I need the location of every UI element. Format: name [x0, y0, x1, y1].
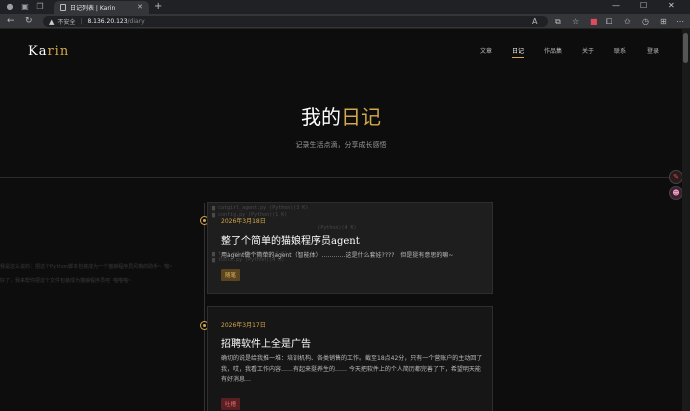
security-label: 不安全 [57, 19, 76, 26]
title-accent: 日记 [341, 105, 381, 129]
entry-date: 2026年3月17日 [221, 322, 266, 329]
scrollbar[interactable] [682, 29, 690, 411]
page-title: 我的日记 [0, 101, 682, 130]
minimize-icon[interactable]: — [612, 1, 620, 10]
entry-title[interactable]: 整了个简单的猫娘程序员agent [221, 232, 360, 247]
side-tool-icon[interactable]: ✎ [669, 170, 682, 184]
entry-excerpt: 确切的说是给我推一堆：培训机构、各类销售的工作。截至18点42分，只有一个营账户… [221, 355, 483, 383]
close-window-icon[interactable]: ✕ [668, 1, 675, 10]
maximize-icon[interactable]: ☐ [640, 1, 647, 10]
page-viewport: Karin 文章 日记 作品集 关于 联系 登录 我的日记 记录生活点滴，分享成… [0, 29, 682, 411]
address-bar[interactable]: ▲ 不安全 | 8.136.20.123 /diary [43, 16, 548, 27]
browser-tab-title: 日记列表 | Karin [70, 5, 116, 12]
url-path: /diary [127, 18, 145, 25]
address-bar-row: ← ↻ ▲ 不安全 | 8.136.20.123 /diary A ⧉ ☆ ■ … [0, 14, 690, 29]
browser-tab-active[interactable]: 日记列表 | Karin ✕ [54, 1, 149, 14]
warning-icon: ▲ [49, 17, 55, 26]
workspaces-icon[interactable]: ▣ [20, 2, 30, 12]
nav-login[interactable]: 登录 [647, 46, 659, 55]
extension-red-icon[interactable]: ■ [590, 17, 598, 26]
entry-date: 2026年3月18日 [221, 218, 266, 225]
nav-about[interactable]: 关于 [582, 46, 594, 55]
extension-icon[interactable]: ⧉ [555, 17, 561, 27]
back-icon[interactable]: ← [7, 16, 15, 26]
overflow-text: 好了，我来帮你把这个文件包装成为猫娘程序员吧 喵喵喵~ [0, 278, 132, 284]
collections-icon[interactable]: ⊞ [660, 17, 667, 26]
entry-tag[interactable]: 随笔 [221, 269, 241, 281]
avatar[interactable]: ☻ [669, 186, 682, 200]
divider [0, 177, 682, 178]
reload-icon[interactable]: ↻ [25, 16, 33, 26]
page-subtitle: 记录生活点滴，分享成长感悟 [295, 141, 387, 149]
favorite-icon[interactable]: ☆ [572, 17, 579, 26]
entry-title[interactable]: 招聘软件上全是广告 [221, 335, 311, 350]
logo-accent-text: rin [47, 44, 70, 59]
nav-articles[interactable]: 文章 [480, 46, 492, 55]
title-main: 我的 [301, 105, 341, 129]
url-host: 8.136.20.123 [87, 18, 128, 25]
overflow-text: 我是这么说的：把这个Python脚本包装成为一个猫娘程序员风格的助手~ 喵~ [0, 264, 173, 270]
entry-tag[interactable]: 吐槽 [221, 398, 241, 410]
site-logo[interactable]: Karin [28, 44, 69, 59]
scrollbar-thumb[interactable] [683, 33, 688, 63]
close-tab-icon[interactable]: ✕ [137, 3, 143, 11]
logo-text: Ka [28, 44, 48, 59]
page-icon [60, 4, 66, 11]
nav-portfolio[interactable]: 作品集 [544, 46, 562, 55]
read-aloud-icon[interactable]: A [532, 17, 537, 26]
history-icon[interactable]: ◷ [642, 17, 649, 26]
entry-excerpt: 用agent做个简单的agent（智能体）…………这是什么套娃???? 但是挺有… [221, 252, 454, 259]
nav-contact[interactable]: 联系 [614, 46, 626, 55]
profile-icon[interactable]: ● [5, 2, 15, 12]
nav-diary[interactable]: 日记 [512, 46, 525, 58]
diary-entry-card[interactable]: 2026年3月17日 招聘软件上全是广告 确切的说是给我推一堆：培训机构、各类销… [207, 306, 493, 411]
separator: | [80, 18, 83, 25]
tab-actions-icon[interactable]: ❐ [35, 2, 45, 12]
new-tab-icon[interactable]: + [154, 1, 162, 12]
split-screen-icon[interactable]: ⧠ [606, 17, 612, 27]
favorites-icon[interactable]: ✩ [624, 17, 631, 26]
more-icon[interactable]: ⋯ [676, 17, 684, 26]
timeline-line [204, 203, 205, 411]
diary-entry-card[interactable]: ▆ catgirl_agent.py (Python)(3 K) ▆ config… [207, 202, 493, 294]
